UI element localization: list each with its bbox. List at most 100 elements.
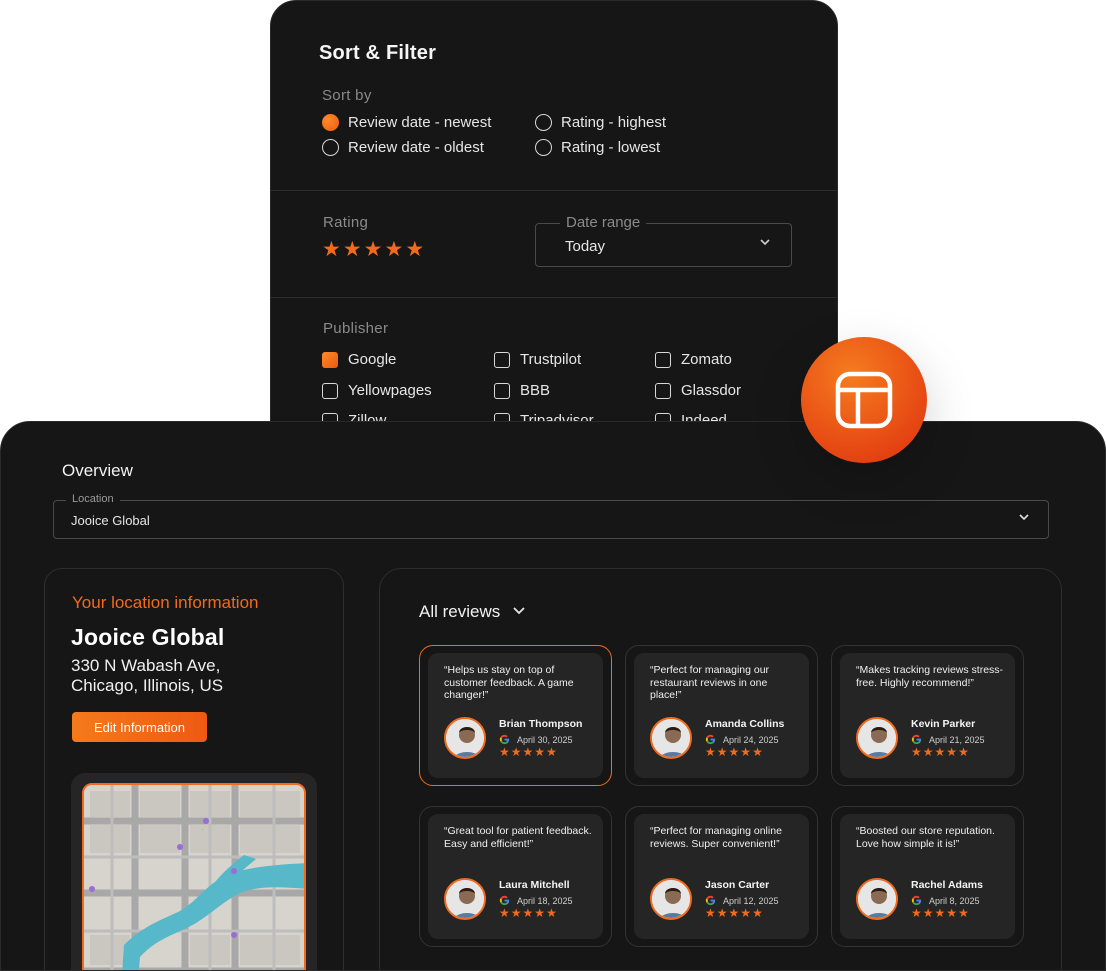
star-icon: ★	[716, 906, 728, 920]
review-quote: “Perfect for managing our restaurant rev…	[650, 664, 770, 701]
review-card[interactable]: “Perfect for managing our restaurant rev…	[625, 645, 818, 786]
avatar-image	[652, 880, 690, 918]
publisher-glassdor[interactable]: Glassdor	[655, 382, 741, 399]
star-icon: ★	[522, 745, 534, 759]
review-meta: April 12, 2025	[705, 895, 779, 906]
radio-selected-icon[interactable]	[322, 114, 339, 131]
publisher-trustpilot[interactable]: Trustpilot	[494, 351, 581, 368]
business-address: 330 N Wabash Ave, Chicago, Illinois, US	[71, 656, 224, 695]
review-card-inner: “Makes tracking reviews stress-free. Hig…	[840, 653, 1015, 778]
star-icon: ★	[546, 745, 557, 759]
avatar	[650, 717, 692, 759]
layout-icon[interactable]	[801, 337, 927, 463]
map-graphic: ·	[84, 785, 304, 970]
chevron-down-icon	[512, 605, 526, 620]
star-icon: ★	[705, 745, 716, 759]
edit-information-button[interactable]: Edit Information	[72, 712, 207, 742]
avatar	[444, 878, 486, 920]
review-stars: ★ ★ ★ ★ ★	[705, 746, 763, 758]
star-icon[interactable]: ★	[322, 239, 341, 260]
location-select[interactable]: Location Jooice Global	[53, 493, 1049, 539]
reviewer-name: Kevin Parker	[911, 718, 976, 730]
review-date: April 8, 2025	[929, 895, 980, 906]
star-icon[interactable]: ★	[364, 239, 383, 260]
review-card-inner: “Perfect for managing our restaurant rev…	[634, 653, 809, 778]
star-icon: ★	[705, 906, 716, 920]
star-icon: ★	[752, 745, 763, 759]
star-icon: ★	[946, 745, 958, 759]
date-range-label: Date range	[560, 214, 647, 231]
star-icon[interactable]: ★	[405, 239, 424, 260]
review-meta: April 8, 2025	[911, 895, 980, 906]
review-card[interactable]: “Makes tracking reviews stress-free. Hig…	[831, 645, 1024, 786]
star-icon[interactable]: ★	[343, 239, 362, 260]
radio-icon[interactable]	[535, 114, 552, 131]
publisher-google[interactable]: Google	[322, 351, 396, 368]
review-card-inner: “Helps us stay on top of customer feedba…	[428, 653, 603, 778]
sort-filter-title: Sort & Filter	[319, 42, 437, 64]
avatar	[856, 717, 898, 759]
review-card[interactable]: “Great tool for patient feedback. Easy a…	[419, 806, 612, 947]
review-card[interactable]: “Boosted our store reputation. Love how …	[831, 806, 1024, 947]
checkbox-icon[interactable]	[322, 382, 338, 399]
publisher-zomato[interactable]: Zomato	[655, 351, 732, 368]
chevron-down-icon	[759, 236, 771, 251]
publisher-yellowpages[interactable]: Yellowpages	[322, 382, 432, 399]
sort-filter-panel: Sort & Filter Sort by Review date - newe…	[270, 0, 838, 430]
avatar-image	[446, 880, 484, 918]
rating-label: Rating	[323, 214, 369, 231]
google-icon	[499, 734, 510, 745]
layout-icon-graphic	[835, 371, 893, 429]
review-stars: ★ ★ ★ ★ ★	[911, 746, 969, 758]
overview-title: Overview	[62, 461, 133, 480]
star-icon: ★	[510, 745, 522, 759]
star-icon: ★	[958, 906, 969, 920]
review-meta: April 24, 2025	[705, 734, 779, 745]
checkbox-icon[interactable]	[655, 351, 671, 368]
review-stars: ★ ★ ★ ★ ★	[911, 907, 969, 919]
review-meta: April 30, 2025	[499, 734, 573, 745]
avatar-image	[858, 880, 896, 918]
reviews-card: All reviews “Helps us stay on top of cus…	[379, 568, 1062, 970]
map[interactable]: ·	[82, 783, 306, 970]
google-icon	[911, 734, 922, 745]
reviewer-name: Amanda Collins	[705, 718, 785, 730]
star-icon: ★	[946, 906, 958, 920]
star-icon: ★	[958, 745, 969, 759]
review-card[interactable]: “Helps us stay on top of customer feedba…	[419, 645, 612, 786]
checkbox-checked-icon[interactable]	[322, 351, 338, 368]
publisher-bbb[interactable]: BBB	[494, 382, 550, 399]
location-info-heading: Your location information	[72, 593, 259, 612]
review-stars: ★ ★ ★ ★ ★	[499, 746, 557, 758]
radio-icon[interactable]	[322, 139, 339, 156]
star-icon[interactable]: ★	[384, 239, 403, 260]
sort-option-newest[interactable]: Review date - newest	[322, 114, 491, 131]
rating-stars[interactable]: ★ ★ ★ ★ ★	[322, 239, 424, 260]
review-date: April 24, 2025	[723, 734, 779, 745]
divider	[271, 297, 837, 298]
checkbox-icon[interactable]	[655, 382, 671, 399]
review-quote: “Boosted our store reputation. Love how …	[856, 825, 995, 850]
google-icon	[499, 895, 510, 906]
chevron-down-icon	[1018, 511, 1030, 526]
review-date: April 12, 2025	[723, 895, 779, 906]
avatar-image	[858, 719, 896, 757]
sort-option-lowest[interactable]: Rating - lowest	[535, 139, 660, 156]
checkbox-icon[interactable]	[494, 351, 510, 368]
date-range-value: Today	[565, 238, 606, 255]
radio-icon[interactable]	[535, 139, 552, 156]
business-name: Jooice Global	[71, 624, 225, 650]
all-reviews-dropdown[interactable]: All reviews	[419, 602, 526, 622]
star-icon: ★	[499, 745, 510, 759]
star-icon: ★	[510, 906, 522, 920]
checkbox-icon[interactable]	[494, 382, 510, 399]
date-range-select[interactable]: Date range Today	[535, 214, 792, 267]
star-icon: ★	[728, 745, 740, 759]
sort-option-highest[interactable]: Rating - highest	[535, 114, 666, 131]
sort-option-oldest[interactable]: Review date - oldest	[322, 139, 484, 156]
review-card[interactable]: “Perfect for managing online reviews. Su…	[625, 806, 818, 947]
review-meta: April 21, 2025	[911, 734, 985, 745]
star-icon: ★	[499, 906, 510, 920]
star-icon: ★	[534, 745, 546, 759]
star-icon: ★	[728, 906, 740, 920]
